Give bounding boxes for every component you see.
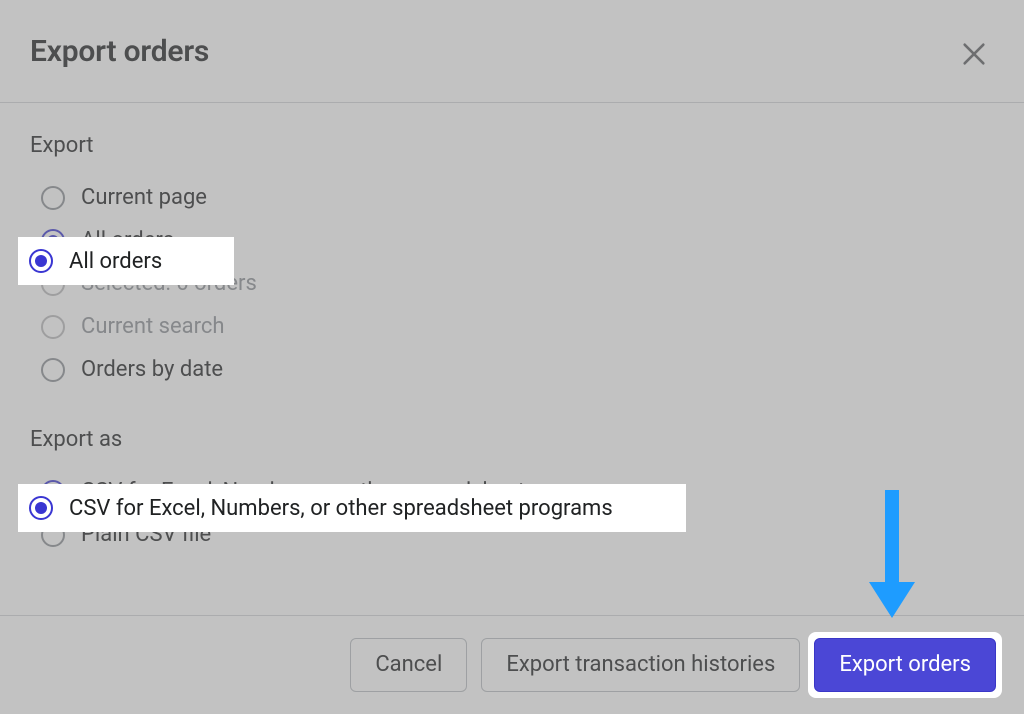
radio-label: All orders bbox=[69, 249, 162, 274]
modal-header: Export orders bbox=[0, 0, 1024, 103]
radio-icon-selected bbox=[29, 496, 53, 520]
radio-orders-by-date[interactable]: Orders by date bbox=[30, 348, 994, 391]
export-orders-button[interactable]: Export orders bbox=[814, 638, 996, 692]
close-icon bbox=[960, 40, 988, 68]
highlight-csv-excel[interactable]: CSV for Excel, Numbers, or other spreads… bbox=[18, 484, 686, 532]
radio-label: Current search bbox=[81, 314, 225, 339]
radio-label: Orders by date bbox=[81, 357, 223, 382]
radio-icon-selected bbox=[29, 249, 53, 273]
modal-title: Export orders bbox=[30, 34, 209, 69]
radio-label: Current page bbox=[81, 185, 207, 210]
radio-current-page[interactable]: Current page bbox=[30, 176, 994, 219]
export-orders-modal: Export orders Export Current page All or… bbox=[0, 0, 1024, 714]
modal-body: Export Current page All orders Selected:… bbox=[0, 103, 1024, 615]
export-section-label: Export bbox=[30, 133, 994, 158]
radio-icon bbox=[41, 186, 65, 210]
highlight-export-orders-button: Export orders bbox=[808, 632, 1002, 698]
highlight-all-orders[interactable]: All orders bbox=[18, 237, 234, 285]
radio-icon bbox=[41, 315, 65, 339]
close-button[interactable] bbox=[956, 36, 992, 72]
radio-current-search: Current search bbox=[30, 305, 994, 348]
cancel-button[interactable]: Cancel bbox=[350, 638, 467, 692]
radio-icon bbox=[41, 358, 65, 382]
export-as-section-label: Export as bbox=[30, 427, 994, 452]
radio-label: CSV for Excel, Numbers, or other spreads… bbox=[69, 496, 613, 521]
export-transaction-histories-button[interactable]: Export transaction histories bbox=[481, 638, 800, 692]
